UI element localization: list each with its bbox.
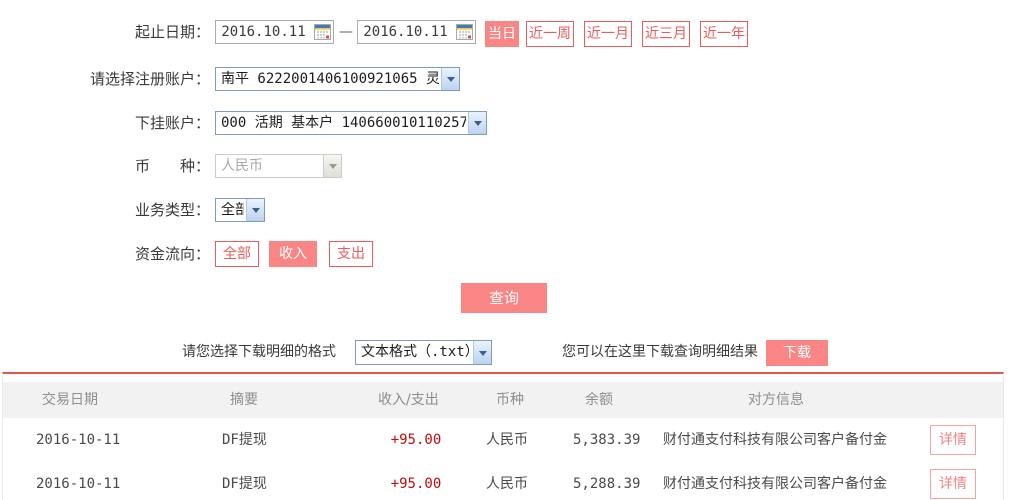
chevron-down-icon bbox=[473, 341, 491, 364]
shortcut-last-month-button[interactable]: 近一月 bbox=[584, 21, 632, 47]
calendar-icon[interactable] bbox=[456, 24, 473, 40]
cell-currency: 人民币 bbox=[486, 418, 528, 462]
fund-flow-expense-button[interactable]: 支出 bbox=[329, 241, 373, 267]
table-row: 2016-10-11 DF提现 +95.00 人民币 5,383.39 财付通支… bbox=[3, 418, 1003, 463]
business-type-select[interactable]: 全部 bbox=[215, 198, 265, 222]
header-summary: 摘要 bbox=[230, 382, 258, 418]
start-date-input[interactable]: 2016.10.11 bbox=[215, 20, 334, 44]
table-header-row: 交易日期 摘要 收入/支出 币种 余额 对方信息 bbox=[3, 382, 1003, 418]
currency-label: 币 种： bbox=[0, 154, 210, 178]
detail-button[interactable]: 详情 bbox=[930, 425, 976, 455]
query-button[interactable]: 查询 bbox=[461, 283, 547, 313]
cell-summary: DF提现 bbox=[222, 462, 267, 500]
start-date-value: 2016.10.11 bbox=[216, 21, 311, 43]
calendar-icon[interactable] bbox=[314, 24, 331, 40]
header-balance: 余额 bbox=[585, 382, 613, 418]
register-account-select[interactable]: 南平 6222001406100921065 灵通卡 bbox=[215, 67, 460, 91]
sub-account-label: 下挂账户： bbox=[0, 111, 210, 135]
download-button[interactable]: 下载 bbox=[766, 340, 828, 366]
cell-counterparty: 财付通支付科技有限公司客户备付金 bbox=[663, 462, 887, 500]
register-account-label: 请选择注册账户： bbox=[0, 67, 210, 91]
cell-amount: +95.00 bbox=[366, 462, 466, 500]
cell-balance: 5,383.39 bbox=[573, 418, 640, 462]
transaction-query-page: 起止日期： 2016.10.11 — 2016.10.11 bbox=[0, 0, 1014, 500]
business-type-label: 业务类型： bbox=[0, 198, 210, 222]
fund-flow-label: 资金流向： bbox=[0, 241, 210, 267]
header-currency: 币种 bbox=[496, 382, 524, 418]
currency-value: 人民币 bbox=[221, 155, 321, 177]
header-amount: 收入/支出 bbox=[378, 382, 439, 418]
shortcut-last-year-button[interactable]: 近一年 bbox=[700, 21, 748, 47]
download-format-select[interactable]: 文本格式（.txt） bbox=[355, 340, 492, 365]
cell-date: 2016-10-11 bbox=[36, 418, 120, 462]
chevron-down-icon bbox=[246, 199, 264, 221]
sub-account-select[interactable]: 000 活期 基本户 1406600101102571848 bbox=[215, 111, 487, 135]
fund-flow-all-button[interactable]: 全部 bbox=[215, 241, 259, 267]
end-date-input[interactable]: 2016.10.11 bbox=[357, 20, 476, 44]
cell-balance: 5,288.39 bbox=[573, 462, 640, 500]
download-hint-text: 您可以在这里下载查询明细结果 bbox=[562, 340, 758, 365]
shortcut-today-button[interactable]: 当日 bbox=[485, 21, 519, 47]
cell-currency: 人民币 bbox=[486, 462, 528, 500]
date-range-label: 起止日期： bbox=[0, 20, 210, 44]
cell-amount: +95.00 bbox=[366, 418, 466, 462]
download-format-label: 请您选择下载明细的格式 bbox=[182, 340, 336, 365]
currency-select: 人民币 bbox=[215, 154, 342, 178]
cell-date: 2016-10-11 bbox=[36, 462, 120, 500]
end-date-value: 2016.10.11 bbox=[358, 21, 453, 43]
download-format-value: 文本格式（.txt） bbox=[361, 341, 471, 363]
chevron-down-icon bbox=[468, 112, 486, 134]
shortcut-last-3-months-button[interactable]: 近三月 bbox=[642, 21, 690, 47]
date-range-separator: — bbox=[338, 20, 354, 44]
register-account-value: 南平 6222001406100921065 灵通卡 bbox=[221, 68, 439, 90]
shortcut-last-week-button[interactable]: 近一周 bbox=[526, 21, 574, 47]
cell-summary: DF提现 bbox=[222, 418, 267, 462]
chevron-down-icon bbox=[323, 155, 341, 177]
table-row: 2016-10-11 DF提现 +95.00 人民币 5,288.39 财付通支… bbox=[3, 462, 1003, 500]
fund-flow-income-button[interactable]: 收入 bbox=[269, 241, 317, 267]
business-type-value: 全部 bbox=[221, 199, 244, 221]
detail-button[interactable]: 详情 bbox=[930, 469, 976, 499]
results-table: 交易日期 摘要 收入/支出 币种 余额 对方信息 2016-10-11 DF提现… bbox=[2, 372, 1004, 500]
cell-counterparty: 财付通支付科技有限公司客户备付金 bbox=[663, 418, 887, 462]
header-date: 交易日期 bbox=[42, 382, 98, 418]
header-counterparty: 对方信息 bbox=[748, 382, 804, 418]
sub-account-value: 000 活期 基本户 1406600101102571848 bbox=[221, 112, 466, 134]
chevron-down-icon bbox=[441, 68, 459, 90]
